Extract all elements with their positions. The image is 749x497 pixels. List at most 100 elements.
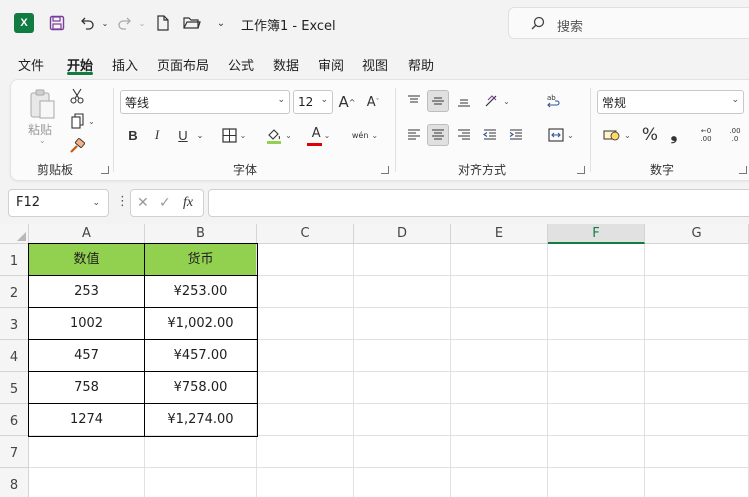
accounting-format-icon[interactable]: ⌄ xyxy=(599,124,635,146)
format-painter-icon[interactable] xyxy=(67,136,87,156)
grid-cell[interactable] xyxy=(354,340,451,372)
grid-cell[interactable] xyxy=(451,244,548,276)
more-options-icon[interactable]: ⋮ xyxy=(116,194,129,209)
grid-cell[interactable] xyxy=(257,340,354,372)
grid-cell[interactable] xyxy=(451,340,548,372)
grid-cell[interactable] xyxy=(645,340,749,372)
grid-cell[interactable] xyxy=(645,468,749,497)
grid-cell[interactable] xyxy=(354,404,451,436)
enter-icon[interactable]: ✓ xyxy=(159,195,171,211)
grid-cell[interactable] xyxy=(548,308,645,340)
undo-dropdown-icon[interactable]: ⌄ xyxy=(94,12,116,34)
column-header-g[interactable]: G xyxy=(645,224,749,244)
alignment-launcher-icon[interactable] xyxy=(577,166,585,174)
bottom-align-icon[interactable] xyxy=(453,90,475,112)
grid-cell[interactable] xyxy=(548,468,645,497)
open-folder-icon[interactable] xyxy=(181,12,203,34)
font-size-select[interactable]: 12 ⌄ xyxy=(293,90,333,114)
row-header-5[interactable]: 5 xyxy=(0,372,29,404)
grid-cell[interactable] xyxy=(354,276,451,308)
grid-cell[interactable] xyxy=(257,244,354,276)
align-center-icon[interactable] xyxy=(427,124,449,146)
grid-cell[interactable] xyxy=(451,468,548,497)
grid-cell[interactable] xyxy=(257,276,354,308)
middle-align-icon[interactable] xyxy=(427,90,449,112)
italic-button[interactable]: I xyxy=(147,124,167,146)
cut-icon[interactable] xyxy=(67,86,87,106)
table-cell[interactable]: 1002 xyxy=(29,308,145,340)
grid-cell[interactable] xyxy=(548,436,645,468)
grid-cell[interactable] xyxy=(451,308,548,340)
table-header-cell[interactable]: 数值 xyxy=(29,244,145,276)
increase-decimal-button[interactable]: ←0.00 xyxy=(694,124,718,146)
grid-cell[interactable] xyxy=(257,436,354,468)
grid-cell[interactable] xyxy=(645,244,749,276)
grid-cell[interactable] xyxy=(257,404,354,436)
grid-cell[interactable] xyxy=(451,404,548,436)
grid-cell[interactable] xyxy=(354,436,451,468)
table-cell[interactable]: 457 xyxy=(29,340,145,372)
merge-center-icon[interactable]: ⌄ xyxy=(543,124,579,146)
grid-cell[interactable] xyxy=(645,372,749,404)
paste-icon[interactable] xyxy=(25,88,61,122)
column-header-b[interactable]: B xyxy=(145,224,257,244)
select-all-button[interactable] xyxy=(0,224,29,244)
orientation-icon[interactable]: ⌄ xyxy=(480,90,514,112)
grid-cell[interactable] xyxy=(645,276,749,308)
worksheet-grid[interactable]: A B C D E F G 1 2 3 4 5 6 7 8 数值 货币 253 … xyxy=(0,224,749,497)
underline-dropdown-icon[interactable]: ⌄ xyxy=(195,124,205,146)
tab-review[interactable]: 审阅 xyxy=(318,55,344,74)
tab-insert[interactable]: 插入 xyxy=(112,55,138,74)
table-cell[interactable]: ¥1,274.00 xyxy=(145,404,257,436)
clipboard-launcher-icon[interactable] xyxy=(101,166,109,174)
grid-cell[interactable] xyxy=(257,468,354,497)
tab-data[interactable]: 数据 xyxy=(273,55,299,74)
customize-toolbar-icon[interactable]: ⌄ xyxy=(210,12,232,34)
grid-cell[interactable] xyxy=(548,244,645,276)
table-cell[interactable]: 758 xyxy=(29,372,145,404)
tab-file[interactable]: 文件 xyxy=(18,55,44,74)
table-cell[interactable]: 253 xyxy=(29,276,145,308)
decrease-indent-icon[interactable] xyxy=(479,124,501,146)
table-header-cell[interactable]: 货币 xyxy=(145,244,257,276)
grid-cell[interactable] xyxy=(145,436,257,468)
number-launcher-icon[interactable] xyxy=(739,166,747,174)
increase-font-size-icon[interactable]: A ^ xyxy=(336,91,358,113)
grid-cell[interactable] xyxy=(451,276,548,308)
grid-cell[interactable] xyxy=(548,372,645,404)
bold-button[interactable]: B xyxy=(123,124,143,146)
font-name-select[interactable]: 等线 ⌄ xyxy=(120,90,290,114)
table-cell[interactable]: ¥253.00 xyxy=(145,276,257,308)
copy-icon[interactable]: ⌄ xyxy=(67,111,99,131)
new-document-icon[interactable] xyxy=(152,12,174,34)
grid-cell[interactable] xyxy=(548,276,645,308)
row-header-3[interactable]: 3 xyxy=(0,308,29,340)
comma-style-button[interactable]: ❟ xyxy=(665,124,683,146)
table-cell[interactable]: 1274 xyxy=(29,404,145,436)
column-header-a[interactable]: A xyxy=(29,224,145,244)
grid-cell[interactable] xyxy=(645,404,749,436)
grid-cell[interactable] xyxy=(354,372,451,404)
tab-help[interactable]: 帮助 xyxy=(408,55,434,74)
grid-cell[interactable] xyxy=(354,308,451,340)
row-header-4[interactable]: 4 xyxy=(0,340,29,372)
column-header-e[interactable]: E xyxy=(451,224,548,244)
row-header-1[interactable]: 1 xyxy=(0,244,29,276)
grid-cell[interactable] xyxy=(548,340,645,372)
search-box[interactable]: 搜索 xyxy=(508,7,749,39)
grid-cell[interactable] xyxy=(354,468,451,497)
grid-cell[interactable] xyxy=(257,308,354,340)
grid-cell[interactable] xyxy=(257,372,354,404)
font-launcher-icon[interactable] xyxy=(381,166,389,174)
save-icon[interactable] xyxy=(46,12,68,34)
table-cell[interactable]: ¥1,002.00 xyxy=(145,308,257,340)
tab-page-layout[interactable]: 页面布局 xyxy=(157,55,209,74)
top-align-icon[interactable] xyxy=(403,90,425,112)
grid-cell[interactable] xyxy=(29,468,145,497)
grid-cell[interactable] xyxy=(645,308,749,340)
column-header-d[interactable]: D xyxy=(354,224,451,244)
row-header-7[interactable]: 7 xyxy=(0,436,29,468)
grid-cell[interactable] xyxy=(548,404,645,436)
align-left-icon[interactable] xyxy=(403,124,425,146)
grid-cell[interactable] xyxy=(645,436,749,468)
